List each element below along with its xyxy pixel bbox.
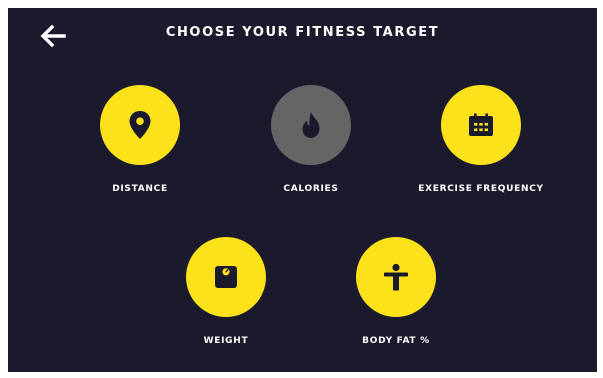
target-distance[interactable]: DISTANCE	[60, 85, 220, 215]
calories-circle	[271, 85, 351, 165]
weight-circle	[186, 237, 266, 317]
fitness-target-screen: CHOOSE YOUR FITNESS TARGET DISTANCE CALO…	[8, 8, 597, 372]
calendar-icon	[469, 113, 493, 136]
target-calories[interactable]: CALORIES	[231, 85, 391, 215]
flame-icon	[302, 112, 320, 138]
target-label: EXERCISE FREQUENCY	[418, 184, 544, 194]
distance-circle	[100, 85, 180, 165]
target-weight[interactable]: WEIGHT	[146, 237, 306, 367]
page-title: CHOOSE YOUR FITNESS TARGET	[165, 25, 440, 40]
target-exercise-frequency[interactable]: EXERCISE FREQUENCY	[401, 85, 561, 215]
target-body-fat[interactable]: BODY FAT %	[316, 237, 476, 367]
body-fat-circle	[356, 237, 436, 317]
target-label: DISTANCE	[112, 184, 168, 194]
body-icon	[384, 263, 408, 291]
target-label: BODY FAT %	[362, 336, 430, 346]
map-pin-icon	[129, 111, 151, 139]
target-label: CALORIES	[283, 184, 339, 194]
exercise-frequency-circle	[441, 85, 521, 165]
scale-icon	[215, 266, 237, 288]
target-label: WEIGHT	[203, 336, 249, 346]
